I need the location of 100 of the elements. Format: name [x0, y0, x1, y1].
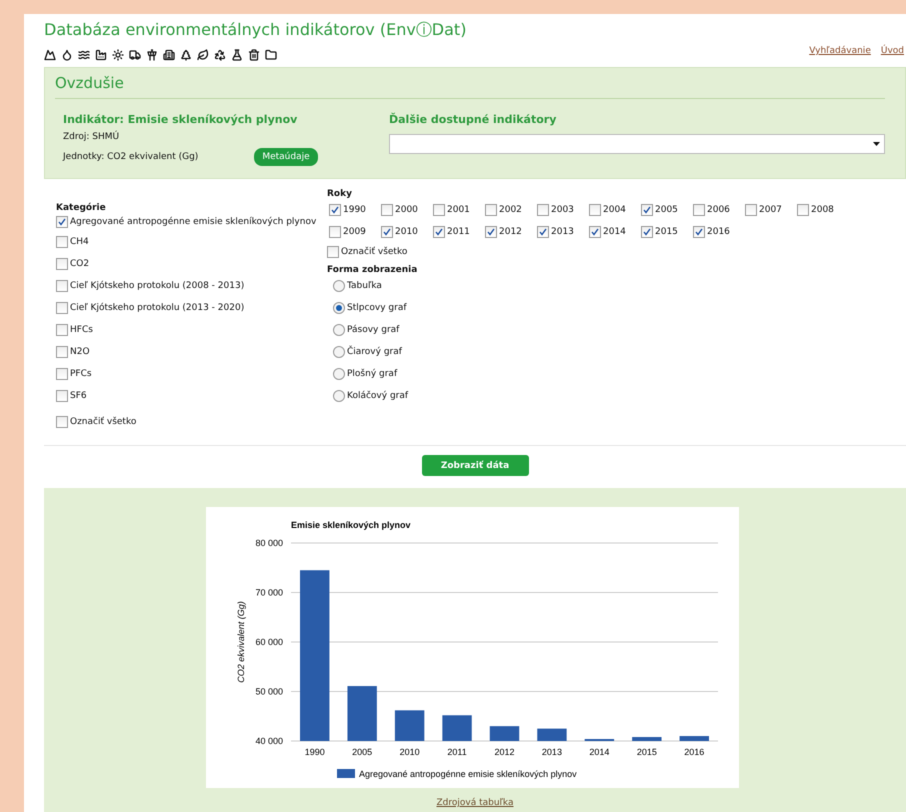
- checkbox-label: 2009: [343, 227, 366, 237]
- bar: [537, 728, 567, 741]
- radio-label: Stlpcovy graf: [347, 303, 407, 313]
- checkbox[interactable]: [537, 226, 549, 238]
- radio-button[interactable]: [333, 302, 345, 314]
- tree-icon[interactable]: [180, 49, 192, 61]
- checkbox[interactable]: [745, 204, 757, 216]
- checkbox[interactable]: [433, 204, 445, 216]
- checkbox[interactable]: [56, 216, 68, 228]
- mountain-icon[interactable]: [44, 49, 56, 61]
- axis-tick-label: 2012: [494, 747, 515, 757]
- flask-icon[interactable]: [231, 49, 243, 61]
- legend-label: Agregované antropogénne emisie skleníkových plynov: [359, 769, 577, 779]
- radio-label: Pásovy graf: [347, 325, 400, 335]
- checkbox-label: 2011: [447, 227, 470, 237]
- page-title: Databáza environmentálnych indikátorov (EnvⓘDat): [44, 19, 468, 41]
- radio-button[interactable]: [333, 280, 345, 292]
- section-heading: Kategórie: [56, 203, 107, 213]
- checkbox-label: 2002: [499, 205, 522, 215]
- checkbox-label: 2015: [655, 227, 678, 237]
- checkbox-label: 2007: [759, 205, 782, 215]
- axis-tick-label: 2011: [447, 747, 467, 757]
- radio-label: Čiarový graf: [347, 347, 402, 357]
- checkbox[interactable]: [381, 226, 393, 238]
- axis-tick-label: 2005: [352, 747, 372, 757]
- checkbox-label: 2006: [707, 205, 730, 215]
- truck-icon[interactable]: [129, 49, 141, 61]
- nav-link[interactable]: Úvod: [880, 46, 904, 56]
- checkbox[interactable]: [56, 416, 68, 428]
- checkbox[interactable]: [56, 368, 68, 380]
- checkbox-label: 2016: [707, 227, 730, 237]
- checkbox-label: 2003: [551, 205, 574, 215]
- checkbox[interactable]: [537, 204, 549, 216]
- checkbox-label: 2012: [499, 227, 522, 237]
- checkbox[interactable]: [329, 204, 341, 216]
- radio-button[interactable]: [333, 324, 345, 336]
- axis-title: CO2 ekvivalent (Gg): [236, 601, 246, 683]
- checkbox[interactable]: [56, 258, 68, 270]
- axis-tick-label: 2014: [589, 747, 610, 757]
- drop-icon[interactable]: [61, 49, 73, 61]
- nav-link[interactable]: Vyhľadávanie: [809, 46, 871, 56]
- checkbox[interactable]: [56, 346, 68, 358]
- chart-title: Emisie skleníkových plynov: [291, 520, 411, 530]
- checkbox[interactable]: [56, 390, 68, 402]
- trash-icon[interactable]: [248, 49, 260, 61]
- radio-label: Plošný graf: [347, 369, 398, 379]
- checkbox-label: Agregované antropogénne emisie skleníkových plynov: [70, 217, 316, 227]
- checkbox[interactable]: [797, 204, 809, 216]
- leaf-icon[interactable]: [197, 49, 209, 61]
- checkbox-label: 1990: [343, 205, 366, 215]
- checkbox[interactable]: [693, 226, 705, 238]
- building-icon[interactable]: [163, 49, 175, 61]
- bar: [680, 736, 709, 741]
- checkbox[interactable]: [589, 204, 601, 216]
- checkbox-label: 2005: [655, 205, 678, 215]
- checkbox-label: 2014: [603, 227, 626, 237]
- radio-label: Tabuľka: [347, 281, 382, 291]
- checkbox[interactable]: [485, 204, 497, 216]
- checkbox[interactable]: [589, 226, 601, 238]
- axis-tick-label: 50 000: [255, 686, 283, 696]
- section-heading: Forma zobrazenia: [327, 265, 418, 275]
- checkbox[interactable]: [641, 204, 653, 216]
- checkbox[interactable]: [433, 226, 445, 238]
- sun-icon[interactable]: [112, 49, 124, 61]
- bar: [442, 715, 472, 741]
- section-heading: Ďalšie dostupné indikátory: [389, 113, 558, 126]
- checkbox[interactable]: [485, 226, 497, 238]
- radio-button[interactable]: [333, 390, 345, 402]
- indicator-title: Indikátor: Emisie skleníkových plynov: [63, 113, 298, 126]
- source-table-link[interactable]: Zdrojová tabuľka: [436, 798, 514, 808]
- checkbox[interactable]: [641, 226, 653, 238]
- checkbox[interactable]: [56, 236, 68, 248]
- checkbox[interactable]: [56, 280, 68, 292]
- radio-button[interactable]: [333, 346, 345, 358]
- checkbox-label: 2000: [395, 205, 418, 215]
- checkbox-label: 2013: [551, 227, 574, 237]
- axis-tick-label: 2015: [636, 747, 657, 757]
- checkbox-label: N2O: [70, 347, 90, 357]
- bar: [632, 737, 662, 741]
- checkbox[interactable]: [56, 324, 68, 336]
- metadata-button[interactable]: Metaúdaje: [254, 148, 318, 166]
- axis-tick-label: 2013: [542, 747, 562, 757]
- factory-icon[interactable]: [95, 49, 107, 61]
- checkbox-label: SF6: [70, 391, 87, 401]
- tower-icon[interactable]: [146, 49, 158, 61]
- checkbox[interactable]: [56, 302, 68, 314]
- axis-tick-label: 2016: [684, 747, 704, 757]
- axis-tick-label: 40 000: [255, 736, 283, 746]
- waves-icon[interactable]: [78, 49, 90, 61]
- checkbox[interactable]: [329, 226, 341, 238]
- recycle-icon[interactable]: [214, 49, 226, 61]
- checkbox-label: 2001: [447, 205, 470, 215]
- checkbox-label: Cieľ Kjótskeho protokolu (2008 - 2013): [70, 281, 244, 291]
- folder-icon[interactable]: [265, 49, 277, 61]
- radio-button[interactable]: [333, 368, 345, 380]
- checkbox[interactable]: [693, 204, 705, 216]
- source-text: Zdroj: SHMÚ: [63, 132, 120, 142]
- checkbox[interactable]: [381, 204, 393, 216]
- checkbox[interactable]: [327, 246, 339, 258]
- bar: [490, 726, 520, 741]
